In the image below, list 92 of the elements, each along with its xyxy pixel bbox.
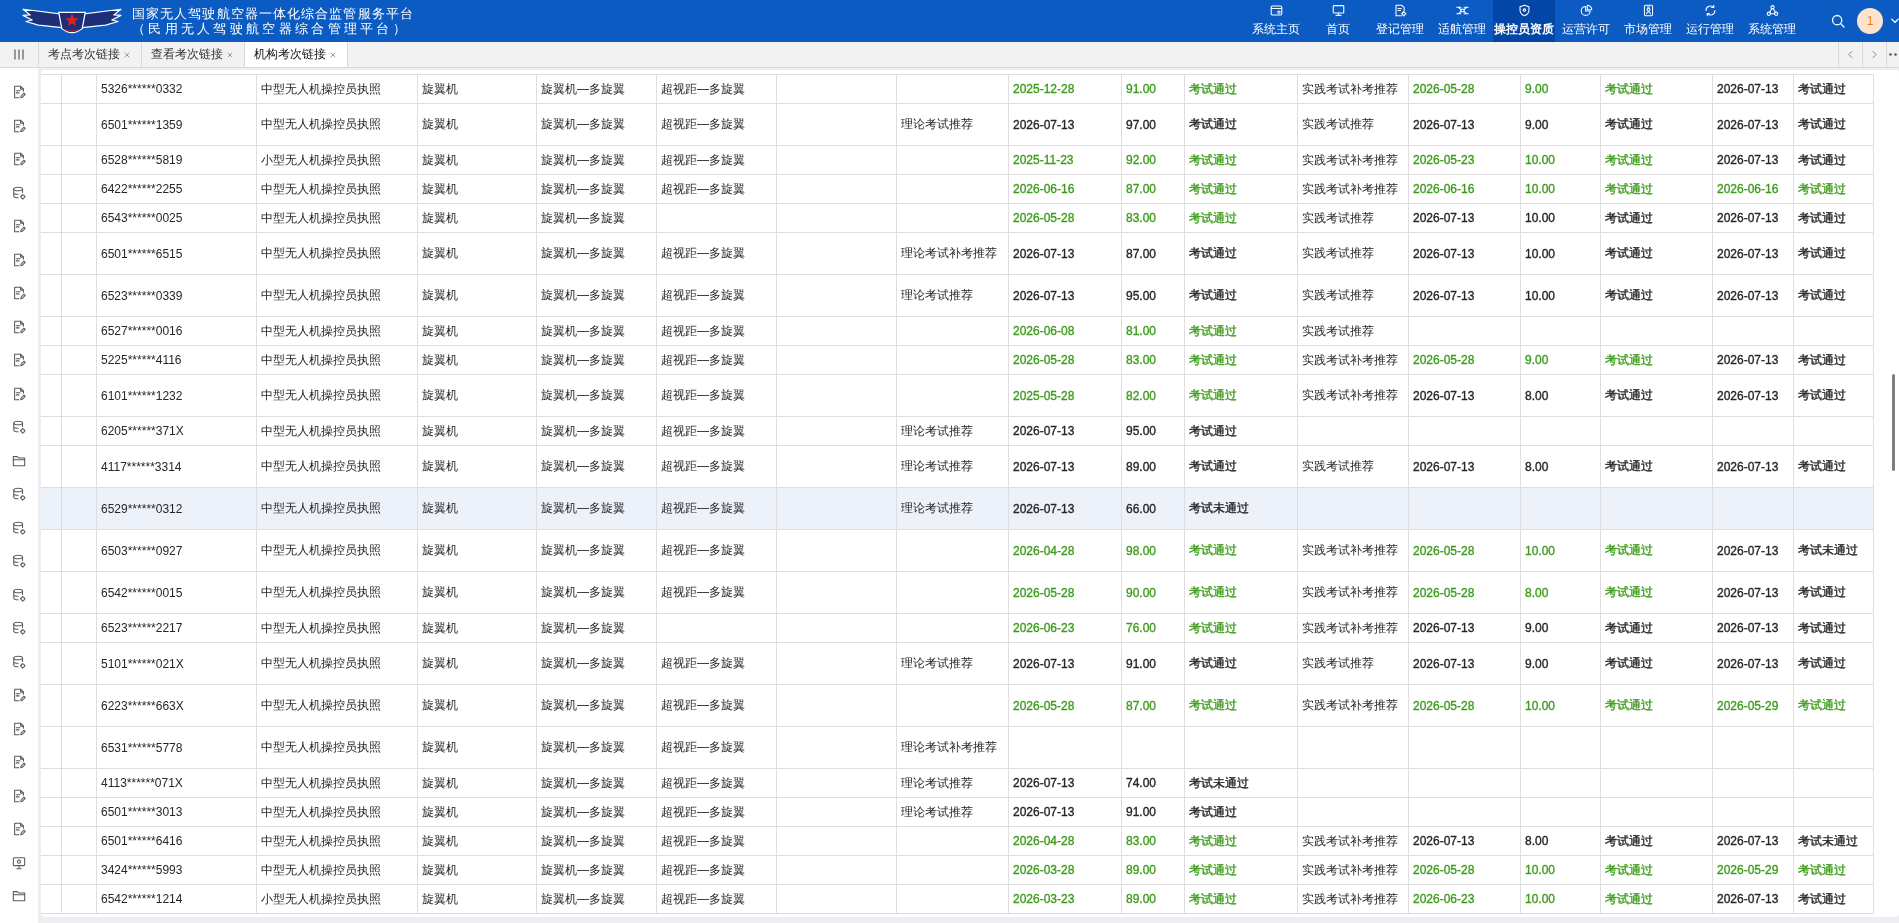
circular-arrows-icon [1703,4,1717,17]
more-icon[interactable] [1889,53,1897,56]
monitor-icon[interactable] [12,855,26,870]
table-cell: 小型无人机操控员执照 [257,885,418,914]
document-edit-icon[interactable] [12,788,26,803]
window-icon [1269,4,1283,17]
table-row[interactable]: 3424******5993 中型无人机操控员执照 旋翼机 旋翼机—多旋翼 超视距—多旋翼 2026-03-28 89.00 考试通过 实践考试补考推荐 2026-05-28 10.00 考试通过 2026-05-29 考试通过 [41,856,1873,885]
database-icon[interactable] [12,420,26,434]
table-row[interactable]: 6543******0025 中型无人机操控员执照 旋翼机 旋翼机—多旋翼 2026-05-28 83.00 考试通过 实践考试推荐 2026-07-13 10.00 考试通过 2026-07-13 考试通过 [41,204,1873,233]
network-icon [1765,4,1779,17]
database-icon[interactable] [12,185,26,200]
table-row[interactable]: 6527******0016 中型无人机操控员执照 旋翼机 旋翼机—多旋翼 超视距—多旋翼 2026-06-08 81.00 考试通过 实践考试推荐 [41,317,1873,346]
table-row[interactable]: 6501******6416 中型无人机操控员执照 旋翼机 旋翼机—多旋翼 超视距—多旋翼 2026-04-28 83.00 考试通过 实践考试补考推荐 2026-07-13 8.00 考试通过 2026-07-13 考试未通过 [41,827,1873,856]
document-edit-icon[interactable] [12,219,26,233]
drone-icon [1455,4,1469,17]
table-row[interactable]: 4117******3314 中型无人机操控员执照 旋翼机 旋翼机—多旋翼 超视距—多旋翼 理论考试推荐 2026-07-13 89.00 考试通过 实践考试推荐 2026-07-13 8.00 考试通过 2026-07-13 考试通过 [41,446,1873,488]
nav-item[interactable]: 首页 [1307,0,1369,42]
document-edit-icon[interactable] [12,721,26,736]
monitor-icon [1331,4,1345,17]
nav-item[interactable]: 运营许可 [1555,0,1617,42]
nav-item[interactable]: 系统管理 [1741,0,1803,42]
table-row[interactable]: 6531******5778 中型无人机操控员执照 旋翼机 旋翼机—多旋翼 超视距—多旋翼 理论考试补考推荐 [41,727,1873,769]
database-icon[interactable] [12,621,26,635]
table-cell: 考试通过 [1794,885,1873,914]
table-row[interactable]: 6523******2217 中型无人机操控员执照 旋翼机 旋翼机—多旋翼 2026-06-23 76.00 考试通过 实践考试补考推荐 2026-07-13 9.00 考试通过 2026-07-13 考试通过 [41,614,1873,643]
table-cell: 2026-06-23 [1409,885,1521,914]
chevron-left-icon [1848,50,1853,59]
nav-item[interactable]: 系统主页 [1245,0,1307,42]
table-cell: 实践考试补考推荐 [1298,885,1409,914]
table-cell: 6542******1214 [97,885,257,914]
document-edit-icon[interactable] [12,152,26,166]
table-row[interactable]: 6501******6515 中型无人机操控员执照 旋翼机 旋翼机—多旋翼 超视距—多旋翼 理论考试补考推荐 2026-07-13 87.00 考试通过 实践考试推荐 2026-07-13 10.00 考试通过 2026-07-13 考试通过 [41,233,1873,275]
table-cell: 2026-03-23 [1009,885,1122,914]
table-row[interactable]: 6542******1214 小型无人机操控员执照 旋翼机 旋翼机—多旋翼 超视距—多旋翼 2026-03-23 89.00 考试通过 实践考试补考推荐 2026-06-23 10.00 考试通过 2026-07-13 考试通过 [41,885,1873,914]
document-edit-icon[interactable] [12,286,26,300]
table-row[interactable]: 5326******0332 中型无人机操控员执照 旋翼机 旋翼机—多旋翼 超视距—多旋翼 2025-12-28 91.00 考试通过 实践考试补考推荐 2026-05-28 9.00 考试通过 2026-07-13 考试通过 [41,75,1873,104]
caret-icon[interactable] [1891,18,1899,24]
vertical-bars-icon[interactable] [14,49,24,60]
table-cell: 10.00 [1521,885,1601,914]
table-cell: 超视距—多旋翼 [657,885,777,914]
table-cell: 2026-07-13 [1713,885,1794,914]
badge-icon [1641,4,1655,17]
platform-title: 国家无人驾驶航空器一体化综合监管服务平台 [132,6,414,21]
table-row[interactable]: 6523******0339 中型无人机操控员执照 旋翼机 旋翼机—多旋翼 超视距—多旋翼 理论考试推荐 2026-07-13 95.00 考试通过 实践考试推荐 2026-07-13 10.00 考试通过 2026-07-13 考试通过 [41,275,1873,317]
document-edit-icon[interactable] [12,755,26,769]
scrollbar-thumb[interactable] [1892,374,1895,471]
table-row[interactable]: 6528******5819 小型无人机操控员执照 旋翼机 旋翼机—多旋翼 超视距—多旋翼 2025-11-23 92.00 考试通过 实践考试补考推荐 2026-05-23 10.00 考试通过 2026-07-13 考试通过 [41,146,1873,175]
table-row[interactable]: 6501******3013 中型无人机操控员执照 旋翼机 旋翼机—多旋翼 超视距—多旋翼 理论考试推荐 2026-07-13 91.00 考试通过 [41,798,1873,827]
shield-icon [1517,4,1531,17]
database-icon[interactable] [12,654,26,669]
document-edit-icon[interactable] [12,353,26,367]
table-cell: 旋翼机—多旋翼 [537,885,657,914]
close-icon[interactable] [330,51,336,58]
document-edit-icon[interactable] [12,688,26,702]
document-edit-icon[interactable] [12,252,26,267]
table-cell: 考试通过 [1185,885,1298,914]
document-edit-icon[interactable] [12,319,26,334]
table-row[interactable]: 4113******071X 中型无人机操控员执照 旋翼机 旋翼机—多旋翼 超视距—多旋翼 理论考试推荐 2026-07-13 74.00 考试未通过 [41,769,1873,798]
document-edit-icon[interactable] [12,85,26,99]
tab[interactable]: 机构考次链接 [245,42,348,67]
table-cell: 89.00 [1122,885,1185,914]
table-row[interactable]: 6101******1232 中型无人机操控员执照 旋翼机 旋翼机—多旋翼 超视距—多旋翼 2025-05-28 82.00 考试通过 实践考试补考推荐 2026-07-13 8.00 考试通过 2026-07-13 考试通过 [41,375,1873,417]
nav-item[interactable]: 适航管理 [1431,0,1493,42]
table-row[interactable]: 6503******0927 中型无人机操控员执照 旋翼机 旋翼机—多旋翼 超视距—多旋翼 2026-04-28 98.00 考试通过 实践考试补考推荐 2026-05-28 10.00 考试通过 2026-07-13 考试未通过 [41,530,1873,572]
database-icon[interactable] [12,520,26,535]
table-row[interactable]: 6205******371X 中型无人机操控员执照 旋翼机 旋翼机—多旋翼 超视距—多旋翼 理论考试推荐 2026-07-13 95.00 考试通过 [41,417,1873,446]
database-icon[interactable] [12,587,26,602]
platform-subtitle: （民用无人驾驶航空器综合管理平台） [132,21,411,36]
nav-item[interactable]: 操控员资质 [1493,0,1555,42]
folder-icon[interactable] [12,889,26,903]
document-edit-icon[interactable] [12,386,26,401]
chevron-right-icon [1872,50,1877,59]
table-row[interactable]: 5101******021X 中型无人机操控员执照 旋翼机 旋翼机—多旋翼 超视距—多旋翼 理论考试推荐 2026-07-13 91.00 考试通过 实践考试推荐 2026-07-13 9.00 考试通过 2026-07-13 考试通过 [41,643,1873,685]
database-icon[interactable] [12,487,26,501]
table-row[interactable]: 6529******0312 中型无人机操控员执照 旋翼机 旋翼机—多旋翼 超视距—多旋翼 理论考试推荐 2026-07-13 66.00 考试未通过 [41,488,1873,530]
table-row[interactable]: 5225******4116 中型无人机操控员执照 旋翼机 旋翼机—多旋翼 超视距—多旋翼 2026-05-28 83.00 考试通过 实践考试补考推荐 2026-05-28 9.00 考试通过 2026-07-13 考试通过 [41,346,1873,375]
database-icon[interactable] [12,554,26,568]
table-row[interactable]: 6501******1359 中型无人机操控员执照 旋翼机 旋翼机—多旋翼 超视距—多旋翼 理论考试推荐 2026-07-13 97.00 考试通过 实践考试推荐 2026-07-13 9.00 考试通过 2026-07-13 考试通过 [41,104,1873,146]
table-row[interactable]: 6422******2255 中型无人机操控员执照 旋翼机 旋翼机—多旋翼 超视距—多旋翼 2026-06-16 87.00 考试通过 实践考试补考推荐 2026-06-16 10.00 考试通过 2026-06-16 考试通过 [41,175,1873,204]
document-edit-icon[interactable] [12,822,26,836]
nav-item[interactable]: 运行管理 [1679,0,1741,42]
pie-chart-icon [1579,4,1593,17]
nav-item[interactable]: 登记管理 [1369,0,1431,42]
document-gear-icon [1393,4,1407,17]
table-cell: 旋翼机 [418,885,537,914]
table-row[interactable]: 6223******663X 中型无人机操控员执照 旋翼机 旋翼机—多旋翼 超视距—多旋翼 2026-05-28 87.00 考试通过 实践考试补考推荐 2026-05-28 10.00 考试通过 2026-05-29 考试通过 [41,685,1873,727]
folder-icon[interactable] [12,453,26,468]
nav-item[interactable]: 市场管理 [1617,0,1679,42]
search-icon[interactable] [1831,14,1845,28]
table-cell: 考试通过 [1601,885,1713,914]
table-row[interactable]: 6542******0015 中型无人机操控员执照 旋翼机 旋翼机—多旋翼 超视距—多旋翼 2026-05-28 90.00 考试通过 实践考试补考推荐 2026-05-28 8.00 考试通过 2026-07-13 考试通过 [41,572,1873,614]
document-edit-icon[interactable] [12,118,26,133]
